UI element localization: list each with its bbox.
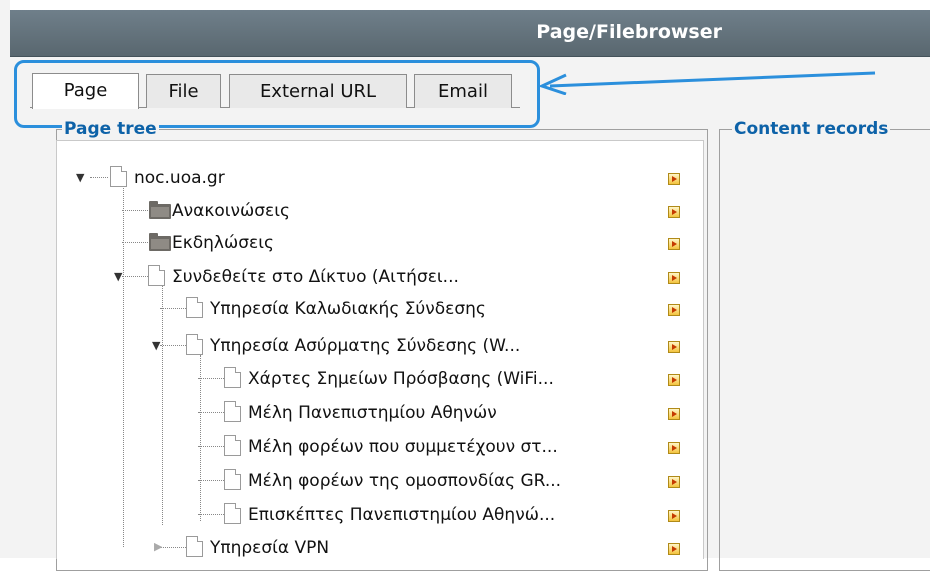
tree-guide-line	[123, 185, 124, 547]
tree-connector	[198, 412, 226, 413]
tree-item-label[interactable]: Χάρτες Σημείων Πρόσβασης (WiFi...	[248, 364, 554, 394]
tree-item-label[interactable]: Επισκέπτες Πανεπιστημίου Αθηνώ...	[248, 500, 555, 530]
document-icon	[224, 469, 241, 490]
title-bar: Page/Filebrowser	[10, 10, 930, 57]
context-menu-button[interactable]	[668, 510, 680, 522]
tree-connector	[160, 308, 188, 309]
expand-toggle-icon[interactable]: ▼	[114, 271, 122, 283]
tree-item-label[interactable]: Εκδηλώσεις	[172, 228, 274, 258]
tree-connector	[90, 177, 108, 178]
tree-connector	[122, 276, 150, 277]
context-menu-button[interactable]	[668, 272, 680, 284]
context-menu-button[interactable]	[668, 238, 680, 250]
tree-item-label[interactable]: noc.uoa.gr	[134, 163, 225, 193]
tree-connector	[198, 514, 226, 515]
context-menu-button[interactable]	[668, 206, 680, 218]
tree-item-label[interactable]: Ανακοινώσεις	[172, 196, 290, 226]
document-icon	[224, 503, 241, 524]
document-icon	[186, 334, 203, 355]
left-edge	[0, 0, 10, 558]
context-menu-button[interactable]	[668, 442, 680, 454]
content-records-fieldset	[719, 129, 930, 571]
tree-connector	[198, 378, 226, 379]
context-menu-button[interactable]	[668, 341, 680, 353]
tab-page[interactable]: Page	[32, 73, 139, 109]
folder-icon	[149, 201, 171, 219]
tree-guide-line	[162, 285, 163, 525]
document-icon	[224, 367, 241, 388]
tree-connector	[122, 242, 150, 243]
filebrowser-window: Page/Filebrowser Page File External URL …	[0, 0, 930, 571]
tree-connector	[198, 480, 226, 481]
page-tree-legend: Page tree	[62, 119, 159, 139]
document-icon	[148, 265, 165, 286]
annotation-arrow	[537, 71, 876, 95]
context-menu-button[interactable]	[668, 173, 680, 185]
context-menu-button[interactable]	[668, 408, 680, 420]
context-menu-button[interactable]	[668, 374, 680, 386]
tree-item-label[interactable]: Μέλη φορέων που συμμετέχουν στ...	[248, 432, 558, 462]
tree-connector	[160, 547, 188, 548]
document-icon	[186, 297, 203, 318]
tree-connector	[160, 345, 188, 346]
document-icon	[110, 166, 127, 187]
tree-connector	[122, 210, 150, 211]
expand-toggle-icon[interactable]: ▼	[152, 340, 160, 352]
tree-guide-line	[200, 355, 201, 521]
tree-item-label[interactable]: Υπηρεσία Καλωδιακής Σύνδεσης	[210, 294, 486, 324]
document-icon	[224, 401, 241, 422]
folder-icon	[149, 233, 171, 251]
tree-connector	[198, 446, 226, 447]
expand-toggle-icon[interactable]: ▼	[76, 172, 84, 184]
collapse-toggle-icon[interactable]: ▶	[154, 541, 162, 553]
tree-item-label[interactable]: Μέλη φορέων της ομοσπονδίας GR...	[248, 466, 561, 496]
tree-item-label[interactable]: Συνδεθείτε στο Δίκτυο (Αιτήσει...	[172, 262, 459, 292]
tab-email[interactable]: Email	[414, 74, 512, 108]
tree-item-label[interactable]: Υπηρεσία VPN	[210, 533, 329, 563]
content-records-legend: Content records	[732, 119, 891, 139]
context-menu-button[interactable]	[668, 304, 680, 316]
context-menu-button[interactable]	[668, 543, 680, 555]
tree-item-label[interactable]: Μέλη Πανεπιστημίου Αθηνών	[248, 398, 497, 428]
context-menu-button[interactable]	[668, 476, 680, 488]
tab-external-url[interactable]: External URL	[229, 74, 407, 108]
tab-file[interactable]: File	[146, 74, 221, 108]
window-title: Page/Filebrowser	[536, 21, 722, 43]
document-icon	[186, 536, 203, 557]
tree-item-label[interactable]: Υπηρεσία Ασύρματης Σύνδεσης (W...	[210, 331, 520, 361]
document-icon	[224, 435, 241, 456]
